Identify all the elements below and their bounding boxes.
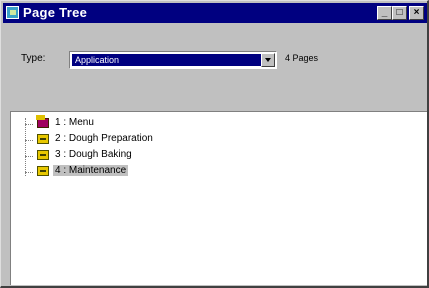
type-dropdown-value: Application [72, 54, 262, 66]
tree-item-label: 1 : Menu [55, 117, 94, 128]
tree-item-label: 2 : Dough Preparation [55, 133, 153, 144]
title-bar[interactable]: Page Tree _ □ × [3, 3, 427, 23]
page-tree-window: Page Tree _ □ × Type: Application 4 Page… [0, 0, 429, 288]
page-icon [37, 134, 49, 144]
tree-branch-line [25, 124, 33, 125]
page-tree[interactable]: 1 : Menu 2 : Dough Preparation 3 : Dough… [10, 111, 427, 285]
tree-item-label: 3 : Dough Baking [55, 149, 132, 160]
tree-branch-line [25, 140, 33, 141]
type-dropdown[interactable]: Application [69, 51, 277, 69]
type-label: Type: [21, 53, 46, 64]
close-button[interactable]: × [409, 6, 424, 20]
chevron-down-icon[interactable] [261, 53, 275, 67]
minimize-button[interactable]: _ [377, 6, 392, 20]
tree-branch-line [25, 156, 33, 157]
window-title: Page Tree [23, 5, 88, 20]
maximize-button[interactable]: □ [392, 6, 407, 20]
app-icon [6, 6, 19, 19]
menu-folder-icon [36, 115, 49, 128]
page-icon [37, 150, 49, 160]
page-icon [37, 166, 49, 176]
pages-count: 4 Pages [285, 53, 319, 63]
tree-item-label: 4 : Maintenance [53, 165, 129, 176]
toolbar: Type: Application 4 Pages [3, 25, 427, 111]
tree-branch-line [25, 172, 33, 173]
tree-connector-line [25, 118, 26, 176]
